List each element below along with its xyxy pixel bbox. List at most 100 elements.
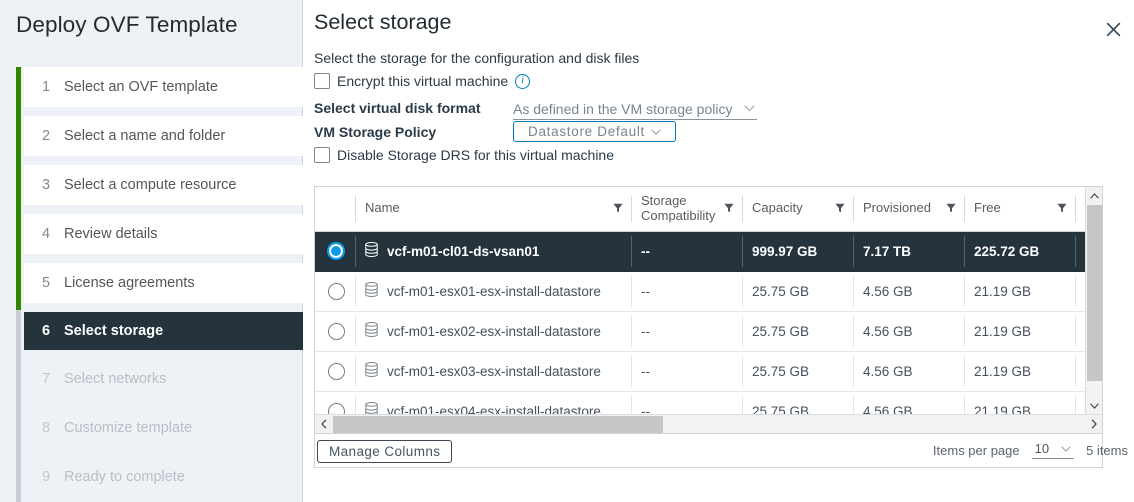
table-row[interactable]: vcf-m01-esx04-esx-install-datastore -- 2… [315,391,1086,414]
table-row[interactable]: vcf-m01-esx01-esx-install-datastore -- 2… [315,271,1086,311]
row-radio-cell[interactable] [315,231,355,271]
row-radio-cell[interactable] [315,271,355,311]
provisioned-value: 4.56 GB [863,364,913,379]
cell-name: vcf-m01-esx02-esx-install-datastore [355,311,631,351]
step-label: Ready to complete [64,469,185,485]
datastore-name: vcf-m01-esx03-esx-install-datastore [387,364,601,379]
cell-divider [1075,316,1076,347]
capacity-value: 25.75 GB [752,284,809,299]
grid-horizontal-scrollbar[interactable] [315,414,1102,433]
cell-divider [964,356,965,387]
scroll-down-icon[interactable] [1086,397,1102,414]
row-radio-cell[interactable] [315,351,355,391]
vm-storage-policy-value: Datastore Default [528,124,645,139]
free-value: 21.19 GB [974,284,1031,299]
datastore-name: vcf-m01-esx02-esx-install-datastore [387,324,601,339]
storage-compatibility-value: -- [641,404,650,415]
free-value: 21.19 GB [974,404,1031,415]
scroll-up-icon[interactable] [1086,187,1102,204]
cell-free: 21.19 GB [964,311,1075,351]
row-radio-button[interactable] [328,283,345,300]
datastore-icon [365,362,378,380]
column-header-name[interactable]: Name [355,187,631,231]
sidebar-item-select-an-ovf-template[interactable]: 1 Select an OVF template [24,67,303,107]
column-divider [742,196,743,222]
vm-storage-policy-select[interactable]: Datastore Default [513,121,676,142]
row-radio-button[interactable] [328,403,345,415]
manage-columns-button[interactable]: Manage Columns [317,440,452,463]
table-row[interactable]: vcf-m01-esx02-esx-install-datastore -- 2… [315,311,1086,351]
cell-divider [964,276,965,307]
cell-divider [355,276,356,307]
column-header-label: Capacity [752,201,803,216]
column-header-label: Name [365,201,400,216]
grid-horizontal-scroll-thumb[interactable] [333,416,663,433]
virtual-disk-format-select[interactable]: As defined in the VM storage policy [513,98,757,120]
column-header-capacity[interactable]: Capacity [742,187,853,231]
column-header-storage-compatibility[interactable]: Storage Compatibility [631,187,742,231]
filter-icon[interactable] [946,201,956,216]
row-radio-cell[interactable] [315,311,355,351]
scroll-right-icon[interactable] [1085,415,1102,433]
grid-vertical-scroll-thumb[interactable] [1087,205,1102,381]
cell-divider [964,316,965,347]
cell-divider [631,356,632,387]
row-radio-button[interactable] [328,363,345,380]
storage-compatibility-value: -- [641,244,650,259]
sidebar-item-select-networks[interactable]: 7 Select networks [24,359,303,399]
chevron-down-icon [744,103,755,115]
encrypt-vm-checkbox[interactable] [314,73,330,89]
storage-compatibility-value: -- [641,324,650,339]
column-header-radio [315,187,355,231]
step-number: 4 [42,226,64,242]
cell-free: 21.19 GB [964,391,1075,414]
provisioned-value: 4.56 GB [863,404,913,415]
wizard-sidebar: Deploy OVF Template 1 Select an OVF temp… [0,0,303,502]
row-radio-button[interactable] [328,323,345,340]
row-radio-button[interactable] [327,242,345,260]
items-per-page-label: Items per page [933,443,1020,458]
table-header-row: Name Storage Compatibility [315,187,1086,231]
sidebar-item-select-storage[interactable]: 6 Select storage [24,312,303,350]
cell-storage-compatibility: -- [631,271,742,311]
column-header-label: Storage Compatibility [641,194,720,224]
grid-vertical-scrollbar[interactable] [1085,187,1102,414]
filter-icon[interactable] [613,201,623,216]
row-radio-cell[interactable] [315,391,355,414]
cell-capacity: 25.75 GB [742,311,853,351]
page-subtitle: Select the storage for the configuration… [314,50,639,66]
filter-icon[interactable] [724,201,734,216]
scroll-left-icon[interactable] [315,415,332,433]
filter-icon[interactable] [835,201,845,216]
cell-free: 21.19 GB [964,351,1075,391]
encrypt-vm-label: Encrypt this virtual machine [337,73,508,89]
provisioned-value: 4.56 GB [863,324,913,339]
sidebar-item-select-a-compute-resource[interactable]: 3 Select a compute resource [24,165,303,205]
items-per-page-select[interactable]: 10 [1032,441,1074,459]
cell-divider [964,236,965,267]
storage-compatibility-value: -- [641,284,650,299]
step-label: Select an OVF template [64,79,218,95]
disable-storage-drs-checkbox[interactable] [314,147,330,163]
info-icon[interactable]: i [515,74,530,89]
provisioned-value: 4.56 GB [863,284,913,299]
close-icon[interactable] [1100,16,1126,42]
cell-storage-compatibility: -- [631,391,742,414]
table-row[interactable]: vcf-m01-cl01-ds-vsan01 -- 999.97 GB 7.17… [315,231,1086,271]
table-row[interactable]: vcf-m01-esx03-esx-install-datastore -- 2… [315,351,1086,391]
sidebar-item-license-agreements[interactable]: 5 License agreements [24,263,303,303]
disable-storage-drs-row: Disable Storage DRS for this virtual mac… [314,147,614,163]
column-divider [1075,196,1076,222]
sidebar-item-customize-template[interactable]: 8 Customize template [24,408,303,448]
storage-compatibility-value: -- [641,364,650,379]
datastore-name: vcf-m01-esx04-esx-install-datastore [387,404,601,415]
main-content-pane: Select storage Select the storage for th… [303,0,1134,502]
sidebar-item-review-details[interactable]: 4 Review details [24,214,303,254]
column-header-free[interactable]: Free [964,187,1075,231]
column-header-provisioned[interactable]: Provisioned [853,187,964,231]
sidebar-item-select-a-name-and-folder[interactable]: 2 Select a name and folder [24,116,303,156]
filter-icon[interactable] [1057,201,1067,216]
cell-divider [1075,276,1076,307]
sidebar-item-ready-to-complete[interactable]: 9 Ready to complete [24,457,303,497]
capacity-value: 25.75 GB [752,324,809,339]
